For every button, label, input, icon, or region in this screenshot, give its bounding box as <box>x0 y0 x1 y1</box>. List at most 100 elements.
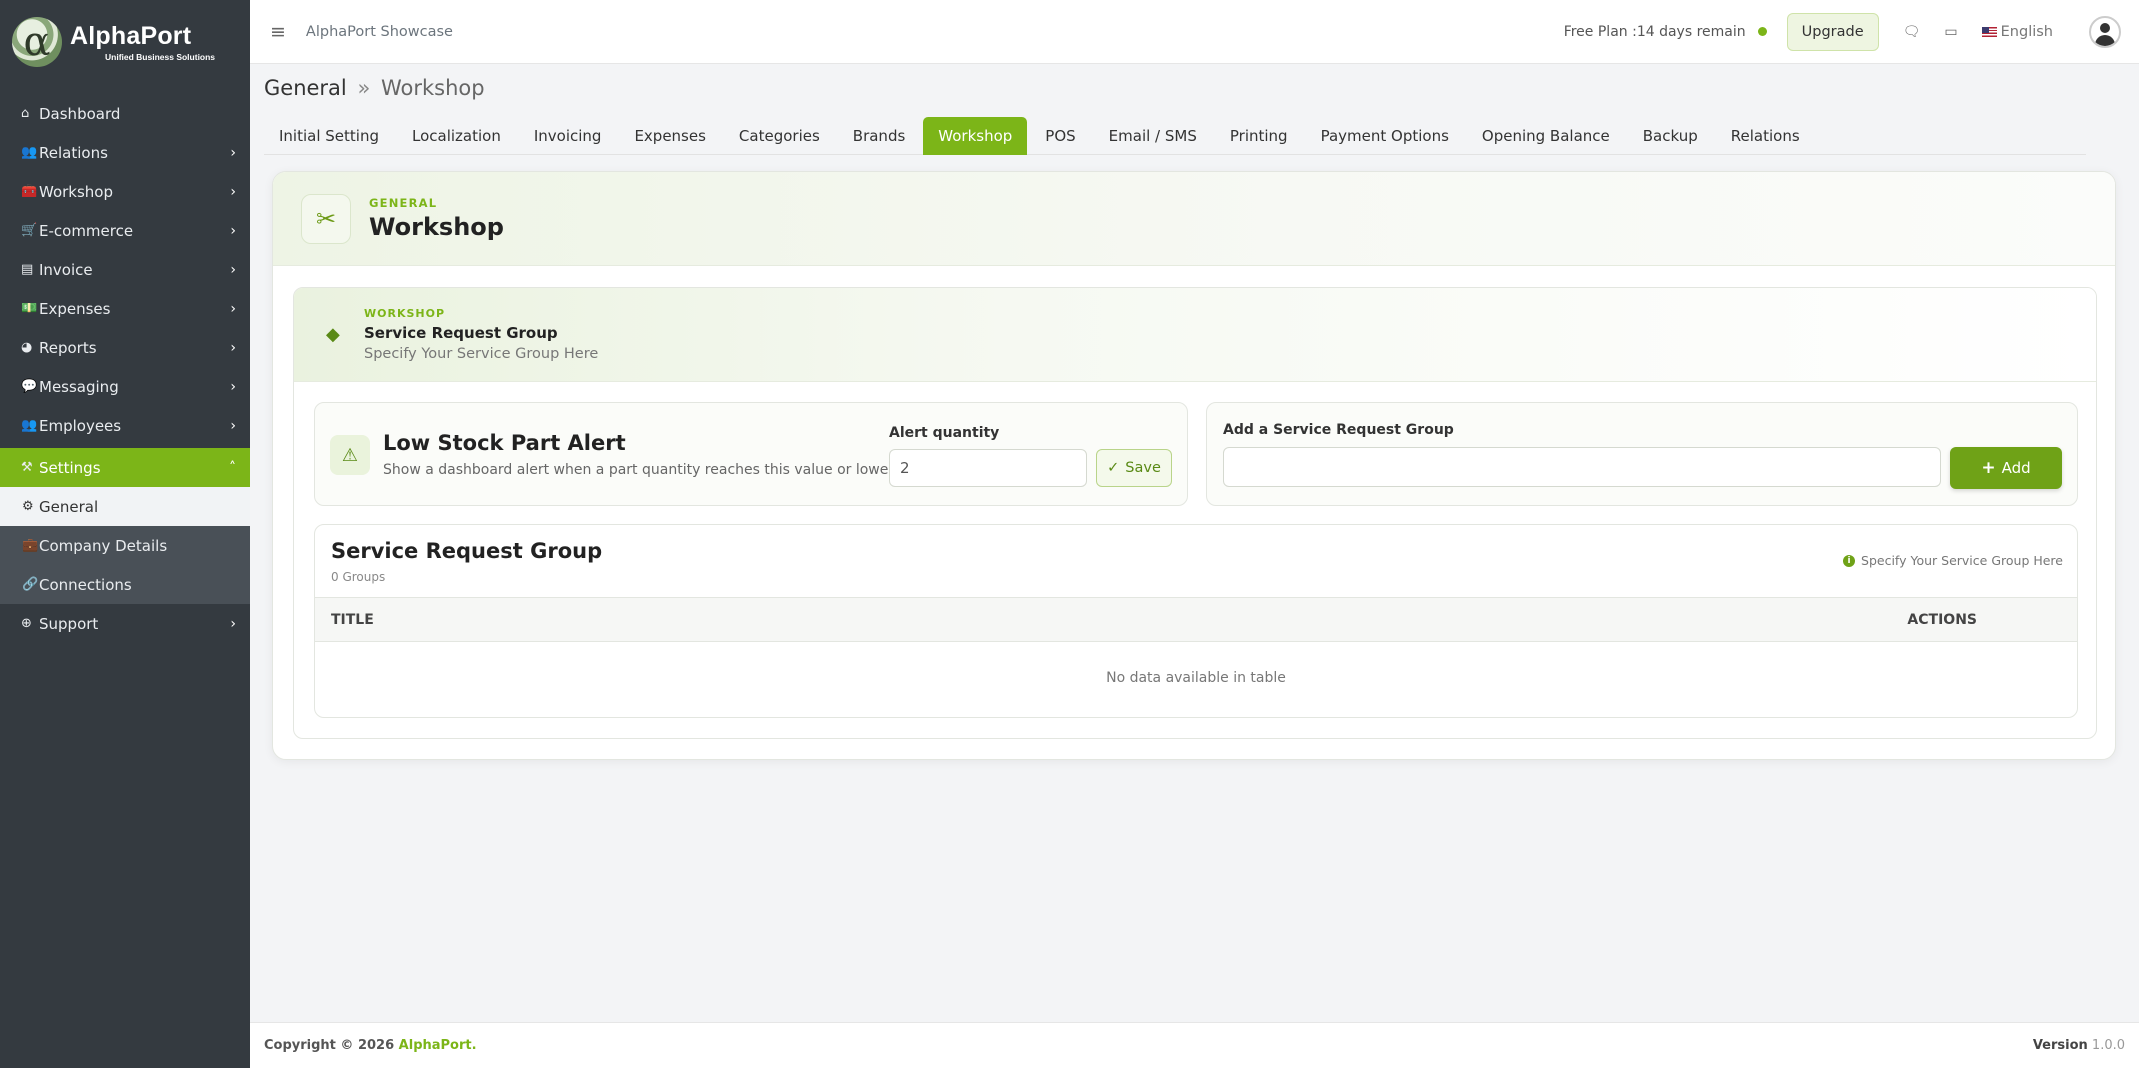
sidebar-item-reports[interactable]: ◕ Reports › <box>0 328 250 367</box>
chevron-right-icon: › <box>230 339 236 356</box>
tab-opening-balance[interactable]: Opening Balance <box>1467 117 1625 155</box>
avatar[interactable] <box>2089 15 2121 48</box>
logo[interactable]: α AlphaPort Unified Business Solutions <box>0 0 250 84</box>
breadcrumb-separator: » <box>357 76 371 100</box>
sidebar-item-ecommerce[interactable]: 🛒 E-commerce › <box>0 211 250 250</box>
tab-relations[interactable]: Relations <box>1716 117 1815 155</box>
toolbox-icon: 🧰 <box>21 184 38 199</box>
breadcrumb-current: Workshop <box>381 76 485 100</box>
plan-status: Free Plan :14 days remain <box>1563 23 1746 40</box>
upgrade-button[interactable]: Upgrade <box>1786 12 1879 51</box>
section-title: Service Request Group <box>364 324 558 342</box>
table-title: Service Request Group <box>331 539 603 563</box>
layers-icon: ◆ <box>326 324 340 345</box>
settings-submenu: ⚙ General 💼 Company Details 🔗 Connection… <box>0 487 250 604</box>
add-button[interactable]: + Add <box>1950 447 2062 489</box>
tab-workshop[interactable]: Workshop <box>923 117 1028 155</box>
brand-name: AlphaPort <box>70 22 192 50</box>
tab-expenses[interactable]: Expenses <box>619 117 720 155</box>
briefcase-icon: 💼 <box>22 538 39 553</box>
low-stock-title: Low Stock Part Alert <box>383 431 626 455</box>
app-name: AlphaPort Showcase <box>305 23 453 40</box>
chevron-up-icon: ˄ <box>229 459 236 476</box>
low-stock-description: Show a dashboard alert when a part quant… <box>383 462 898 478</box>
chevron-right-icon: › <box>230 300 236 317</box>
card-header: ✂ GENERAL Workshop <box>273 172 2115 266</box>
warning-icon: ⚠ <box>330 435 370 475</box>
workshop-settings-card: ✂ GENERAL Workshop ◆ WORKSHOP Service Re… <box>272 171 2116 760</box>
sidebar-item-settings[interactable]: ⚒ Settings ˄ <box>0 448 250 487</box>
status-dot-icon <box>1757 27 1767 36</box>
footer-brand-link[interactable]: AlphaPort. <box>399 1038 477 1053</box>
service-request-section: ◆ WORKSHOP Service Request Group Specify… <box>293 287 2097 739</box>
sidebar-item-employees[interactable]: 👥 Employees › <box>0 406 250 445</box>
user-group-icon: 👥 <box>21 418 38 433</box>
cart-icon: 🛒 <box>21 223 38 238</box>
card-title: Workshop <box>369 213 504 241</box>
add-group-label: Add a Service Request Group <box>1223 422 1454 438</box>
save-button[interactable]: ✓ Save <box>1096 449 1172 487</box>
tab-printing[interactable]: Printing <box>1215 117 1303 155</box>
tools-icon: ⚒ <box>21 460 33 475</box>
chevron-right-icon: › <box>230 417 236 434</box>
sidebar-item-invoice[interactable]: ▤ Invoice › <box>0 250 250 289</box>
tab-backup[interactable]: Backup <box>1628 117 1713 155</box>
group-count: 0 Groups <box>331 570 386 584</box>
money-icon: 💵 <box>21 301 38 316</box>
section-header: ◆ WORKSHOP Service Request Group Specify… <box>294 288 2096 382</box>
footer: Copyright © 2026 AlphaPort. Version 1.0.… <box>250 1022 2139 1068</box>
breadcrumb: General » Workshop <box>264 76 485 100</box>
tab-localization[interactable]: Localization <box>397 117 516 155</box>
chat-icon[interactable]: 🗨 <box>1903 24 1921 40</box>
tab-email-sms[interactable]: Email / SMS <box>1094 117 1212 155</box>
empty-table-message: No data available in table <box>1106 670 1286 686</box>
menu-toggle-icon[interactable]: ≡ <box>270 21 286 43</box>
alert-quantity-label: Alert quantity <box>889 425 1000 441</box>
sidebar-nav: ⌂ Dashboard 👥 Relations › 🧰 Workshop › 🛒… <box>0 94 250 643</box>
sidebar-item-workshop[interactable]: 🧰 Workshop › <box>0 172 250 211</box>
tab-pos[interactable]: POS <box>1030 117 1090 155</box>
tab-initial-setting[interactable]: Initial Setting <box>264 117 394 155</box>
service-group-table-card: Service Request Group 0 Groups i Specify… <box>314 524 2078 718</box>
tools-icon: ✂ <box>301 193 351 244</box>
message-icon: 💬 <box>21 379 38 394</box>
card-eyebrow: GENERAL <box>369 196 438 210</box>
tab-brands[interactable]: Brands <box>838 117 921 155</box>
chevron-right-icon: › <box>230 261 236 278</box>
us-flag-icon <box>1981 26 1997 37</box>
chevron-right-icon: › <box>230 615 236 632</box>
column-header-title[interactable]: TITLE <box>331 612 374 628</box>
tab-invoicing[interactable]: Invoicing <box>519 117 617 155</box>
breadcrumb-parent[interactable]: General <box>264 76 347 100</box>
sidebar-subitem-connections[interactable]: 🔗 Connections <box>0 565 250 604</box>
sidebar-item-dashboard[interactable]: ⌂ Dashboard <box>0 94 250 133</box>
alert-quantity-input[interactable] <box>889 449 1087 487</box>
tab-payment-options[interactable]: Payment Options <box>1306 117 1464 155</box>
sidebar-item-messaging[interactable]: 💬 Messaging › <box>0 367 250 406</box>
sidebar-item-relations[interactable]: 👥 Relations › <box>0 133 250 172</box>
chevron-right-icon: › <box>230 378 236 395</box>
service-group-input[interactable] <box>1223 447 1941 487</box>
sidebar-subitem-company-details[interactable]: 💼 Company Details <box>0 526 250 565</box>
language-selector[interactable]: English <box>1981 24 2053 40</box>
sidebar-item-support[interactable]: ⊕ Support › <box>0 604 250 643</box>
add-group-panel: Add a Service Request Group + Add <box>1206 402 2078 506</box>
pie-chart-icon: ◕ <box>21 340 33 355</box>
version-info: Version 1.0.0 <box>2032 1038 2125 1053</box>
low-stock-alert-panel: ⚠ Low Stock Part Alert Show a dashboard … <box>314 402 1188 506</box>
settings-tabs: Initial Setting Localization Invoicing E… <box>264 117 2086 155</box>
notification-card-icon[interactable]: ▭ <box>1944 24 1957 40</box>
gear-icon: ⚙ <box>22 499 34 514</box>
chevron-right-icon: › <box>230 144 236 161</box>
sidebar-item-expenses[interactable]: 💵 Expenses › <box>0 289 250 328</box>
column-header-actions: ACTIONS <box>1907 612 1977 628</box>
sidebar-subitem-general[interactable]: ⚙ General <box>0 487 250 526</box>
copyright: Copyright © 2026 AlphaPort. <box>264 1038 477 1053</box>
users-icon: 👥 <box>21 145 38 160</box>
home-icon: ⌂ <box>21 106 30 121</box>
table-header-row: TITLE ACTIONS <box>315 597 2077 642</box>
lifebuoy-icon: ⊕ <box>21 616 32 631</box>
section-subtitle: Specify Your Service Group Here <box>364 346 599 362</box>
tab-categories[interactable]: Categories <box>724 117 835 155</box>
file-icon: ▤ <box>21 262 34 277</box>
